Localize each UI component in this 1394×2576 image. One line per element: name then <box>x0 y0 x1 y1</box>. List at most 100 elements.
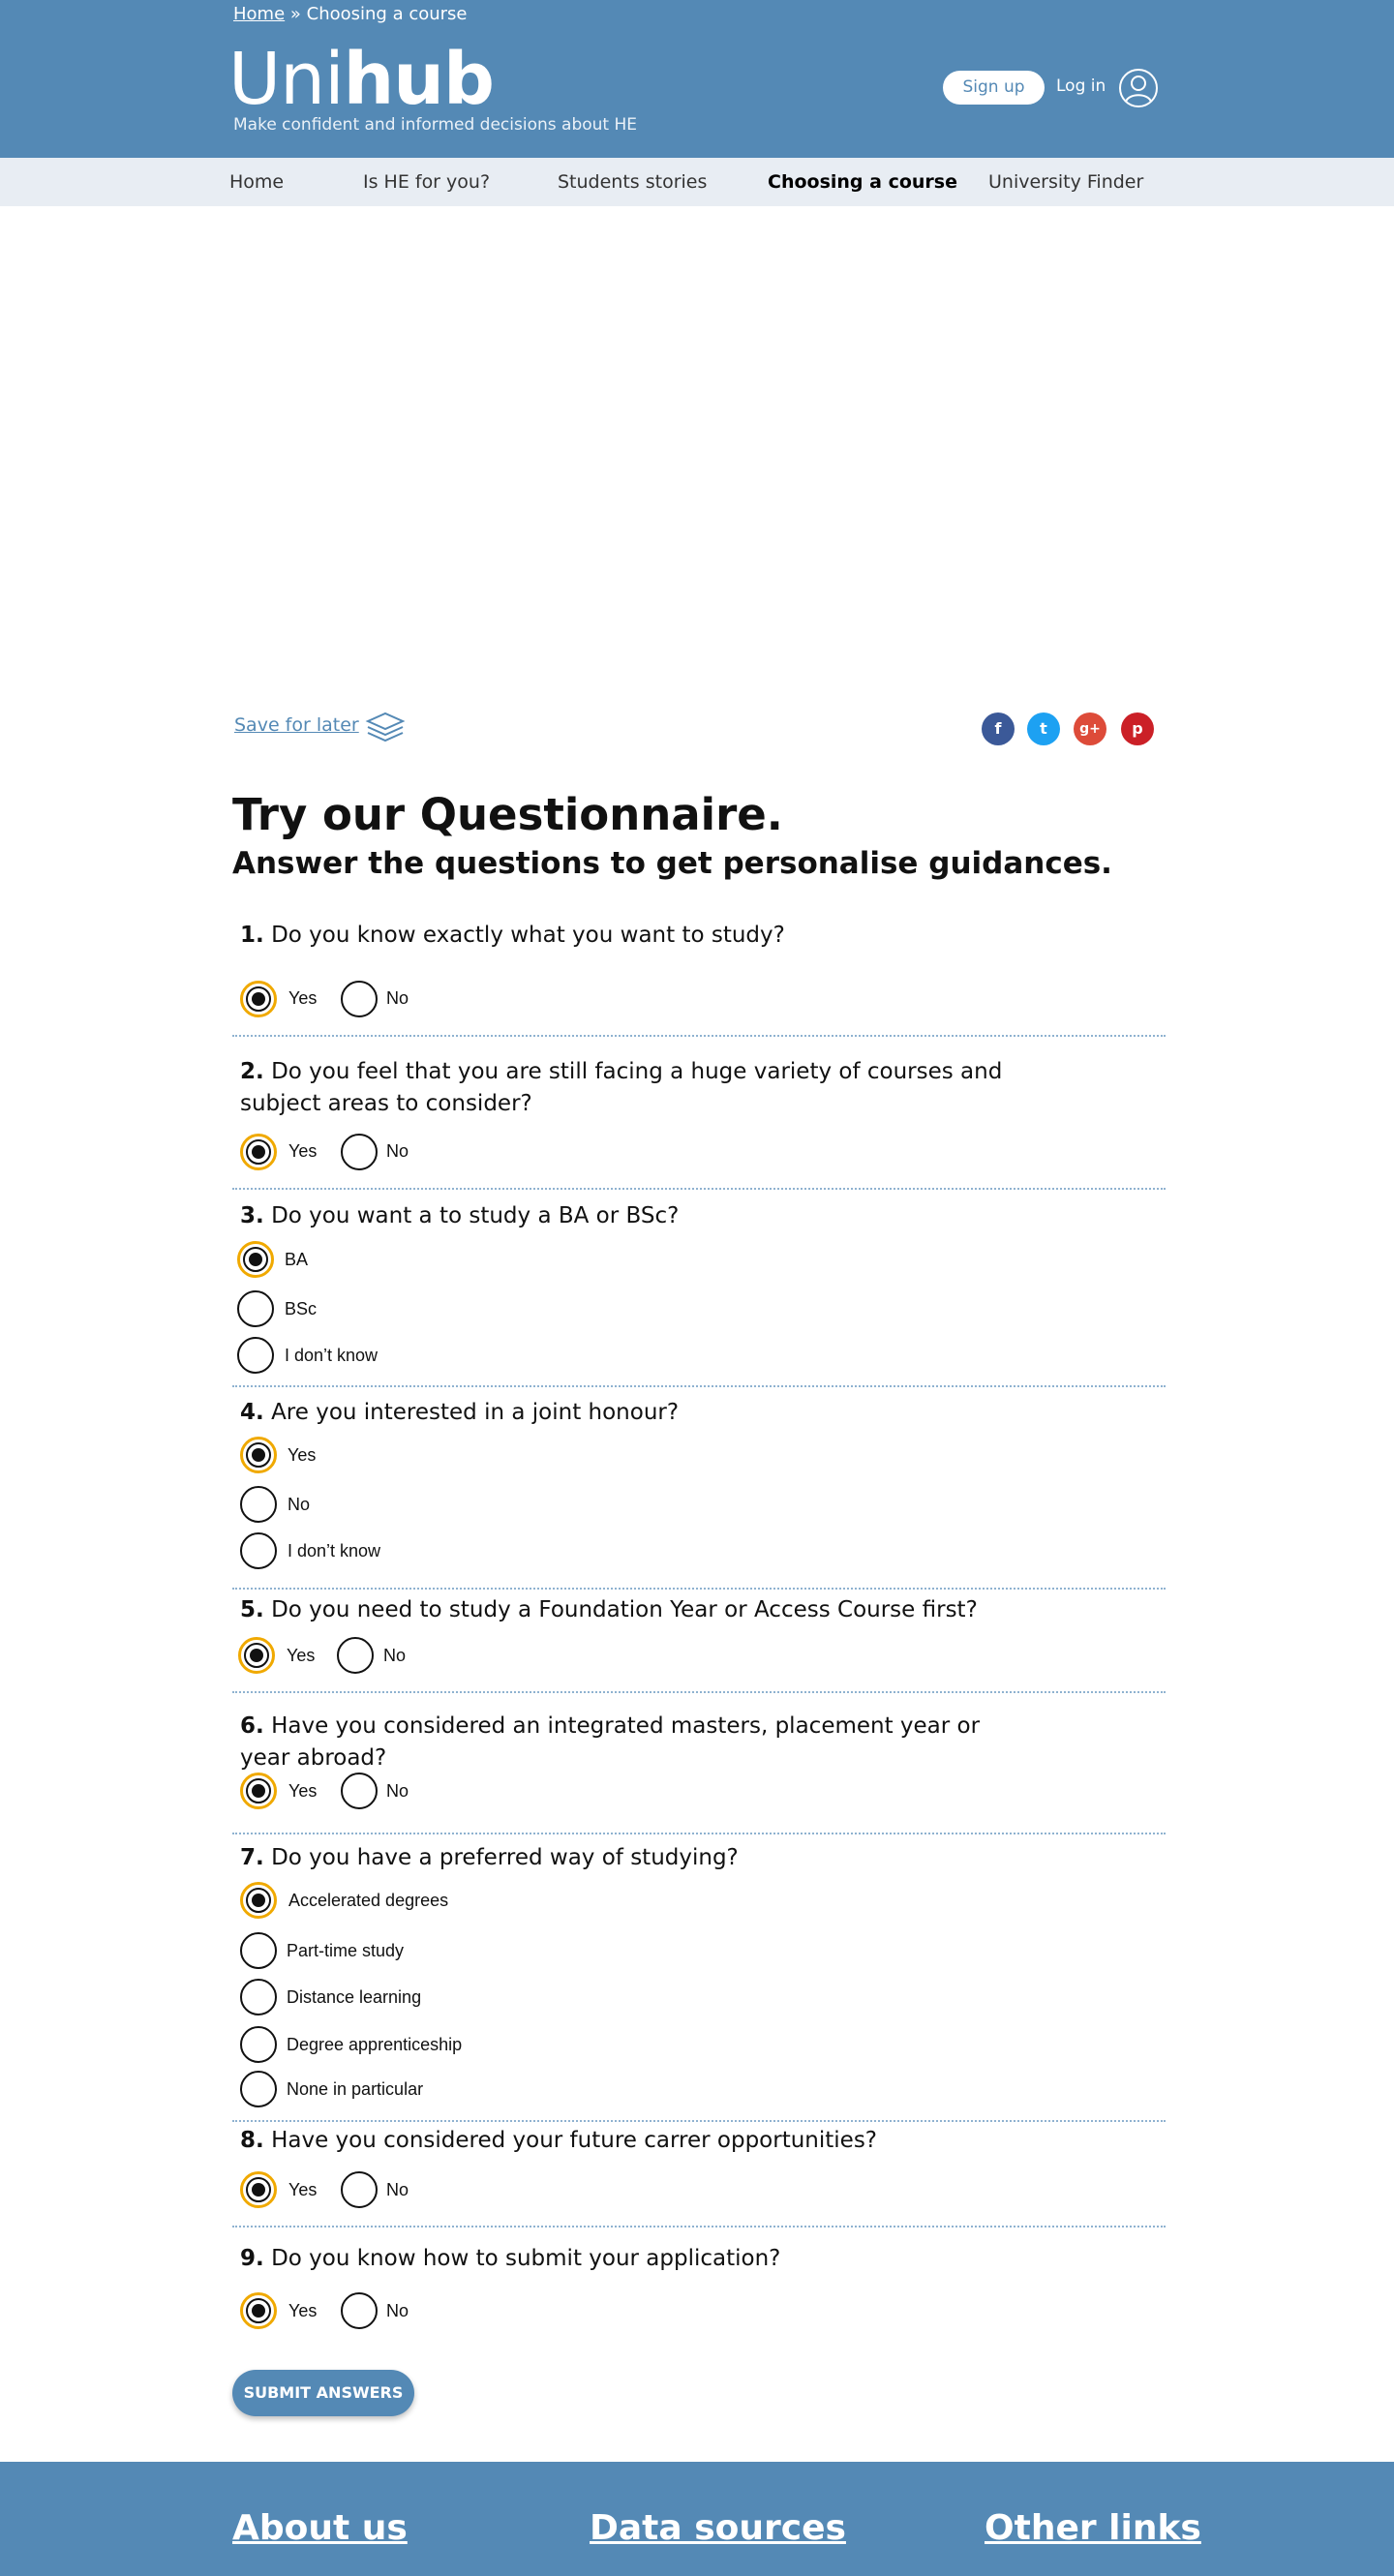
pinterest-icon[interactable]: p <box>1121 712 1154 745</box>
question-number: 4. <box>240 1400 264 1425</box>
radio-q5-no[interactable] <box>337 1637 374 1674</box>
radio-label: Yes <box>288 988 318 1008</box>
question-9: 9. Do you know how to submit your applic… <box>240 2243 1044 2275</box>
radio-q3-ba[interactable] <box>237 1241 274 1278</box>
question-text: Do you need to study a Foundation Year o… <box>271 1597 978 1622</box>
facebook-icon[interactable]: f <box>982 712 1015 745</box>
breadcrumb-home-link[interactable]: Home <box>233 4 285 24</box>
question-1: 1. Do you know exactly what you want to … <box>240 920 1044 952</box>
radio-label: Yes <box>288 2180 318 2199</box>
books-icon[interactable] <box>364 710 407 744</box>
divider <box>232 1035 1166 1037</box>
radio-label: Degree apprenticeship <box>287 2035 463 2054</box>
radio-q9-no[interactable] <box>341 2292 378 2329</box>
question-number: 1. <box>240 923 264 948</box>
breadcrumb-separator: » <box>289 4 301 24</box>
radio-q8-no[interactable] <box>341 2171 378 2208</box>
radio-q2-yes[interactable] <box>240 1134 277 1170</box>
divider <box>232 1588 1166 1590</box>
page-subtitle: Answer the questions to get personalise … <box>232 846 1112 881</box>
radio-q2-no[interactable] <box>341 1134 378 1170</box>
page-title: Try our Questionnaire. <box>232 789 783 840</box>
footer-link-about-us[interactable]: About us <box>232 2508 408 2548</box>
site-logo[interactable]: Unihub <box>228 38 495 121</box>
question-8: 8. Have you considered your future carre… <box>240 2125 1044 2157</box>
question-3: 3. Do you want a to study a BA or BSc? <box>240 1200 1044 1232</box>
question-text: Have you considered your future carrer o… <box>271 2128 878 2153</box>
question-5: 5. Do you need to study a Foundation Yea… <box>240 1594 1044 1626</box>
divider <box>232 1385 1166 1387</box>
question-number: 9. <box>240 2246 264 2271</box>
radio-label: No <box>386 1141 409 1161</box>
question-2: 2. Do you feel that you are still facing… <box>240 1056 1053 1120</box>
divider <box>232 1691 1166 1693</box>
nav-item-is-he-for-you[interactable]: Is HE for you? <box>363 158 490 206</box>
google-plus-icon[interactable]: g+ <box>1074 712 1106 745</box>
radio-label: No <box>386 2180 409 2199</box>
question-text: Do you know how to submit your applicati… <box>271 2246 781 2271</box>
question-number: 2. <box>240 1059 264 1084</box>
question-text: Do you know exactly what you want to stu… <box>271 923 785 948</box>
breadcrumb-current: Choosing a course <box>306 4 468 24</box>
radio-label: BSc <box>285 1299 318 1318</box>
radio-label: None in particular <box>287 2079 424 2099</box>
footer-link-data-sources[interactable]: Data sources <box>590 2508 846 2548</box>
radio-q6-yes[interactable] <box>240 1773 277 1809</box>
radio-label: Yes <box>287 1646 316 1665</box>
radio-q1-no[interactable] <box>341 981 378 1017</box>
question-text: Do you feel that you are still facing a … <box>240 1059 1003 1116</box>
radio-q7-accelerated[interactable] <box>240 1882 277 1919</box>
nav-item-students-stories[interactable]: Students stories <box>558 158 707 206</box>
nav-item-home[interactable]: Home <box>229 158 284 206</box>
question-text: Do you want a to study a BA or BSc? <box>271 1203 680 1228</box>
radio-q4-dont-know[interactable] <box>240 1532 277 1569</box>
logo-text-bold: hub <box>343 38 495 121</box>
radio-label: No <box>386 1781 409 1801</box>
question-number: 7. <box>240 1845 264 1870</box>
radio-q1-yes[interactable] <box>240 981 277 1017</box>
site-tagline: Make confident and informed decisions ab… <box>233 115 637 135</box>
radio-q5-yes[interactable] <box>238 1637 275 1674</box>
radio-q4-no[interactable] <box>240 1486 277 1523</box>
question-text: Are you interested in a joint honour? <box>271 1400 680 1425</box>
site-footer: About us Data sources Other links <box>0 2462 1394 2576</box>
radio-label: No <box>386 2301 409 2320</box>
radio-label: Accelerated degrees <box>288 1891 449 1910</box>
radio-label: No <box>383 1646 407 1665</box>
question-text: Have you considered an integrated master… <box>240 1713 981 1771</box>
divider <box>232 1833 1166 1834</box>
save-for-later-link[interactable]: Save for later <box>234 714 359 736</box>
site-header: Home » Choosing a course Unihub Make con… <box>0 0 1394 158</box>
radio-label: Yes <box>288 1781 318 1801</box>
submit-answers-button[interactable]: SUBMIT ANSWERS <box>232 2370 414 2416</box>
question-number: 8. <box>240 2128 264 2153</box>
twitter-icon[interactable]: t <box>1027 712 1060 745</box>
user-account-icon[interactable] <box>1118 68 1159 108</box>
radio-label: Yes <box>288 2301 318 2320</box>
radio-label: I don’t know <box>288 1541 381 1561</box>
question-4: 4. Are you interested in a joint honour? <box>240 1397 1044 1429</box>
login-link[interactable]: Log in <box>1056 76 1106 96</box>
radio-q7-part-time[interactable] <box>240 1932 277 1969</box>
divider <box>232 2120 1166 2122</box>
radio-q4-yes[interactable] <box>240 1437 277 1473</box>
radio-label: Part-time study <box>287 1941 405 1960</box>
radio-q7-distance[interactable] <box>240 1979 277 2015</box>
radio-q7-apprenticeship[interactable] <box>240 2026 277 2063</box>
radio-label: No <box>386 988 409 1008</box>
radio-q3-dont-know[interactable] <box>237 1337 274 1374</box>
radio-q6-no[interactable] <box>341 1773 378 1809</box>
divider <box>232 1188 1166 1190</box>
signup-button[interactable]: Sign up <box>943 71 1045 105</box>
radio-q8-yes[interactable] <box>240 2171 277 2208</box>
nav-item-choosing-a-course[interactable]: Choosing a course <box>768 158 957 206</box>
radio-q7-none[interactable] <box>240 2071 277 2107</box>
question-number: 3. <box>240 1203 264 1228</box>
radio-q3-bsc[interactable] <box>237 1290 274 1327</box>
radio-label: Distance learning <box>287 1987 422 2007</box>
question-number: 6. <box>240 1713 264 1739</box>
nav-item-university-finder[interactable]: University Finder <box>988 158 1143 206</box>
footer-link-other-links[interactable]: Other links <box>985 2508 1201 2548</box>
radio-label: No <box>288 1495 311 1514</box>
radio-q9-yes[interactable] <box>240 2292 277 2329</box>
